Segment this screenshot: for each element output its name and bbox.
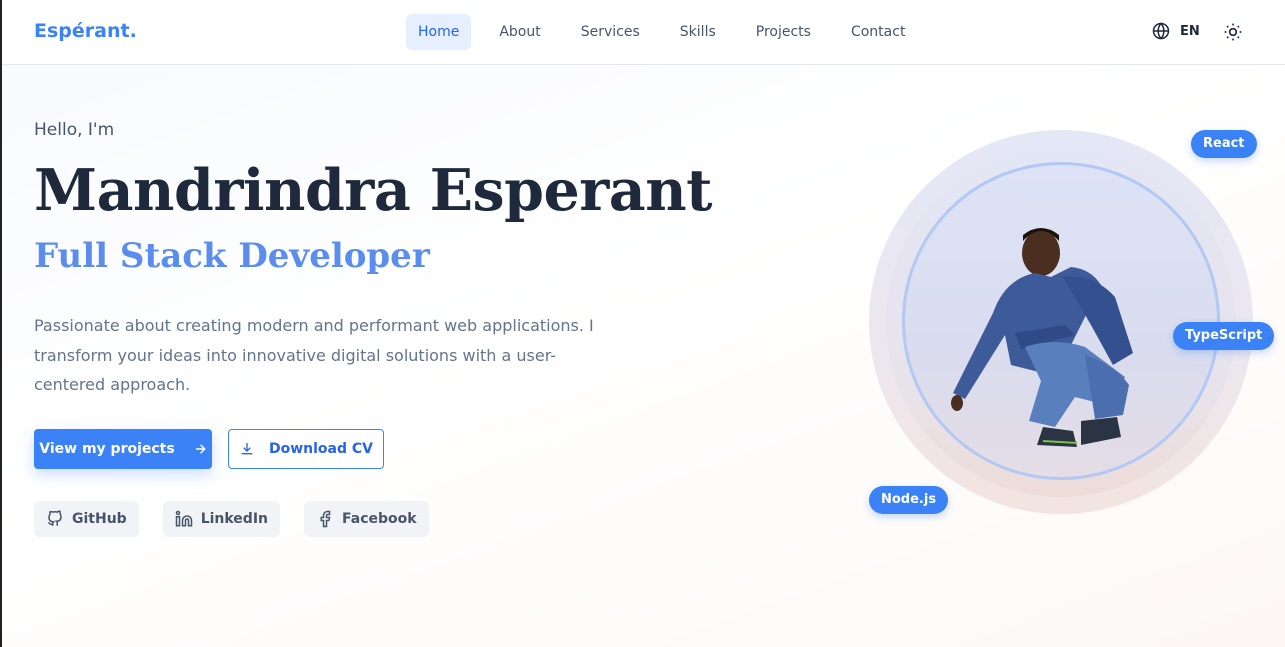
- linkedin-link[interactable]: LinkedIn: [162, 501, 281, 537]
- nav-links: Home About Services Skills Projects Cont…: [406, 14, 925, 50]
- hero-name: Mandrindra Esperant: [34, 157, 713, 224]
- hero-description: Passionate about creating modern and per…: [34, 316, 594, 394]
- nav-link-services[interactable]: Services: [569, 14, 652, 50]
- download-cv-button[interactable]: Download CV: [228, 429, 384, 469]
- hero-greeting: Hello, I'm: [34, 120, 115, 140]
- download-icon: [241, 443, 253, 455]
- github-link[interactable]: GitHub: [34, 501, 139, 537]
- tech-tag-react: React: [1191, 130, 1257, 158]
- view-projects-button[interactable]: View my projects: [34, 429, 212, 469]
- nav-link-home[interactable]: Home: [406, 14, 472, 50]
- nav-link-contact[interactable]: Contact: [839, 14, 917, 50]
- nav-link-about[interactable]: About: [487, 14, 552, 50]
- globe-icon: [1152, 22, 1170, 40]
- linkedin-label: LinkedIn: [200, 511, 269, 527]
- social-links: GitHub LinkedIn Facebook: [34, 501, 453, 537]
- hero-role: Full Stack Developer: [34, 236, 430, 276]
- navbar: Espérant. Home About Services Skills Pro…: [2, 0, 1285, 65]
- person-illustration: [951, 228, 1133, 447]
- tech-tag-nodejs: Node.js: [869, 486, 949, 514]
- linkedin-icon: [175, 510, 192, 527]
- sun-icon[interactable]: [1223, 22, 1243, 42]
- language-switcher[interactable]: EN: [1152, 22, 1200, 40]
- nav-link-projects[interactable]: Projects: [744, 14, 823, 50]
- github-label: GitHub: [72, 511, 127, 527]
- facebook-link[interactable]: Facebook: [304, 501, 429, 537]
- logo[interactable]: Espérant.: [34, 20, 137, 42]
- profile-photo: [902, 162, 1220, 480]
- github-icon: [48, 510, 62, 526]
- arrow-right-icon: [195, 444, 206, 454]
- view-projects-label: View my projects: [39, 441, 175, 457]
- language-label: EN: [1180, 23, 1200, 39]
- facebook-icon: [320, 510, 331, 528]
- nav-link-skills[interactable]: Skills: [668, 14, 728, 50]
- tech-tag-typescript: TypeScript: [1173, 322, 1275, 350]
- download-cv-label: Download CV: [268, 441, 373, 457]
- facebook-label: Facebook: [342, 511, 417, 527]
